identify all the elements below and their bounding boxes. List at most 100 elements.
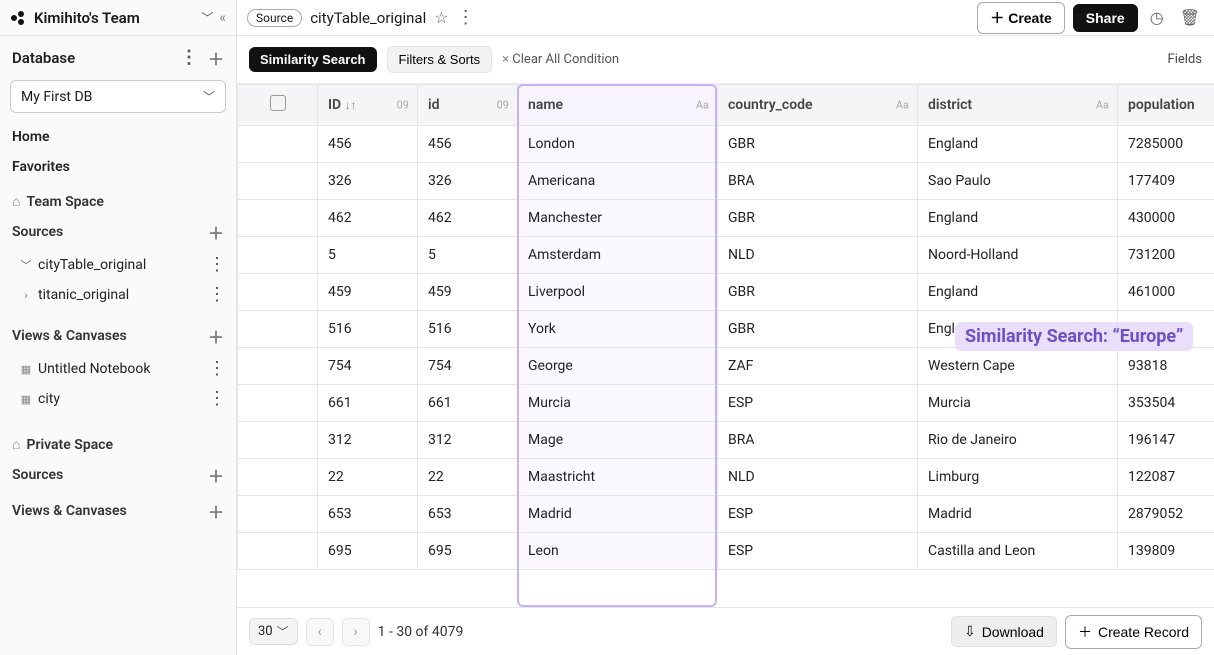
table-row[interactable]: 312312MageBRARio de Janeiro196147 xyxy=(238,422,1214,459)
add-view-icon[interactable]: ＋ xyxy=(208,324,224,348)
add-source-icon[interactable]: ＋ xyxy=(208,220,224,244)
row-select-cell[interactable] xyxy=(238,533,318,570)
chevron-down-icon: ﹀ xyxy=(20,257,32,273)
page-menu-icon[interactable]: ⋮ xyxy=(457,9,475,27)
cell-district: England xyxy=(918,200,1118,237)
row-select-cell[interactable] xyxy=(238,163,318,200)
source-item-citytable[interactable]: ﹀ cityTable_original ⋮ xyxy=(0,250,236,280)
cell-population: 461000 xyxy=(1118,274,1214,311)
column-header-district[interactable]: districtAa xyxy=(918,85,1118,126)
team-header[interactable]: Kimihito's Team ﹀ « xyxy=(0,0,236,36)
row-select-cell[interactable] xyxy=(238,126,318,163)
nav-home[interactable]: Home xyxy=(0,123,236,151)
add-database-icon[interactable]: ＋ xyxy=(208,46,224,70)
private-sources-label[interactable]: Sources xyxy=(12,467,63,483)
table-row[interactable]: 516516YorkGBREngland104425 xyxy=(238,311,1214,348)
table-row[interactable]: 459459LiverpoolGBREngland461000 xyxy=(238,274,1214,311)
table-row[interactable]: 55AmsterdamNLDNoord-Holland731200 xyxy=(238,237,1214,274)
row-select-cell[interactable] xyxy=(238,422,318,459)
cell-district: Noord-Holland xyxy=(918,237,1118,274)
private-views-label[interactable]: Views & Canvases xyxy=(12,503,127,519)
prev-page-button[interactable]: ‹ xyxy=(306,618,334,646)
cell-country-code: BRA xyxy=(718,163,918,200)
row-select-cell[interactable] xyxy=(238,459,318,496)
item-menu-icon[interactable]: ⋮ xyxy=(208,256,226,274)
table-row[interactable]: 653653MadridESPMadrid2879052 xyxy=(238,496,1214,533)
collapse-sidebar-icon[interactable]: « xyxy=(219,10,226,26)
create-button[interactable]: ＋ Create xyxy=(977,2,1065,34)
table-container: ID ↓↑09 id09 nameAa country_codeAa distr… xyxy=(237,84,1214,607)
database-selected: My First DB xyxy=(21,89,92,105)
trash-icon[interactable]: 🗑 xyxy=(1176,6,1204,29)
cell-name: George xyxy=(518,348,718,385)
row-select-cell[interactable] xyxy=(238,385,318,422)
create-record-label: Create Record xyxy=(1098,624,1189,640)
row-select-cell[interactable] xyxy=(238,237,318,274)
column-header-population[interactable]: population xyxy=(1118,85,1214,126)
views-label[interactable]: Views & Canvases xyxy=(12,328,127,344)
page-size-select[interactable]: 30 ﹀ xyxy=(249,618,298,645)
row-select-cell[interactable] xyxy=(238,274,318,311)
source-item-titanic[interactable]: ›titanic_original ⋮ xyxy=(0,280,236,310)
cell-ID: 312 xyxy=(318,422,418,459)
cell-id: 326 xyxy=(418,163,518,200)
clear-conditions-link[interactable]: Clear All Condition xyxy=(502,52,619,67)
table-row[interactable]: 326326AmericanaBRASao Paulo177409 xyxy=(238,163,1214,200)
table-row[interactable]: 695695LeonESPCastilla and Leon139809 xyxy=(238,533,1214,570)
download-button[interactable]: ⇩ Download xyxy=(951,616,1057,647)
plus-icon: ＋ xyxy=(1078,622,1092,642)
nav-favorites[interactable]: Favorites xyxy=(0,153,236,181)
cell-district: Western Cape xyxy=(918,348,1118,385)
column-header-name[interactable]: nameAa xyxy=(518,85,718,126)
cell-name: Madrid xyxy=(518,496,718,533)
table-row[interactable]: 661661MurciaESPMurcia353504 xyxy=(238,385,1214,422)
table-row[interactable]: 754754GeorgeZAFWestern Cape93818 xyxy=(238,348,1214,385)
plus-icon: ＋ xyxy=(990,8,1004,28)
table-row[interactable]: 2222MaastrichtNLDLimburg122087 xyxy=(238,459,1214,496)
fields-link[interactable]: Fields xyxy=(1168,52,1202,67)
team-space-label: Team Space xyxy=(26,194,103,210)
cell-population: 731200 xyxy=(1118,237,1214,274)
item-menu-icon[interactable]: ⋮ xyxy=(208,360,226,378)
cell-population: 177409 xyxy=(1118,163,1214,200)
similarity-search-button[interactable]: Similarity Search xyxy=(249,47,377,72)
user-icon: ⌂ xyxy=(12,193,20,210)
user-icon: ⌂ xyxy=(12,436,20,453)
table-row[interactable]: 462462ManchesterGBREngland430000 xyxy=(238,200,1214,237)
sources-label[interactable]: Sources xyxy=(12,224,63,240)
page-size-value: 30 xyxy=(258,624,273,639)
database-menu-icon[interactable]: ⋮ xyxy=(180,49,198,67)
cell-ID: 462 xyxy=(318,200,418,237)
add-private-source-icon[interactable]: ＋ xyxy=(208,463,224,487)
next-page-button[interactable]: › xyxy=(342,618,370,646)
share-button-label: Share xyxy=(1086,10,1125,26)
column-header-ID[interactable]: ID ↓↑09 xyxy=(318,85,418,126)
view-item-notebook[interactable]: ▦Untitled Notebook ⋮ xyxy=(0,354,236,384)
item-menu-icon[interactable]: ⋮ xyxy=(208,286,226,304)
select-all-header[interactable] xyxy=(238,85,318,126)
database-select[interactable]: My First DB ﹀ xyxy=(10,80,226,113)
row-select-cell[interactable] xyxy=(238,348,318,385)
row-select-cell[interactable] xyxy=(238,200,318,237)
cell-country-code: ESP xyxy=(718,496,918,533)
table-row[interactable]: 456456LondonGBREngland7285000 xyxy=(238,126,1214,163)
chevron-right-icon: › xyxy=(20,289,32,302)
history-icon[interactable]: ◷ xyxy=(1146,6,1168,29)
sort-icon[interactable]: ↓↑ xyxy=(345,98,357,112)
source-item-label: cityTable_original xyxy=(38,257,146,273)
row-select-cell[interactable] xyxy=(238,496,318,533)
row-select-cell[interactable] xyxy=(238,311,318,348)
column-header-country-code[interactable]: country_codeAa xyxy=(718,85,918,126)
column-header-id[interactable]: id09 xyxy=(418,85,518,126)
chevron-down-icon: ﹀ xyxy=(203,88,215,105)
cell-population: 2879052 xyxy=(1118,496,1214,533)
view-item-city[interactable]: ▦city ⋮ xyxy=(0,384,236,414)
item-menu-icon[interactable]: ⋮ xyxy=(208,390,226,408)
create-record-button[interactable]: ＋ Create Record xyxy=(1065,615,1202,649)
checkbox-icon[interactable] xyxy=(270,95,286,111)
add-private-view-icon[interactable]: ＋ xyxy=(208,499,224,523)
filters-sorts-button[interactable]: Filters & Sorts xyxy=(387,46,493,73)
share-button[interactable]: Share xyxy=(1073,4,1138,32)
cell-population: 93818 xyxy=(1118,348,1214,385)
favorite-star-icon[interactable]: ☆ xyxy=(434,8,448,27)
